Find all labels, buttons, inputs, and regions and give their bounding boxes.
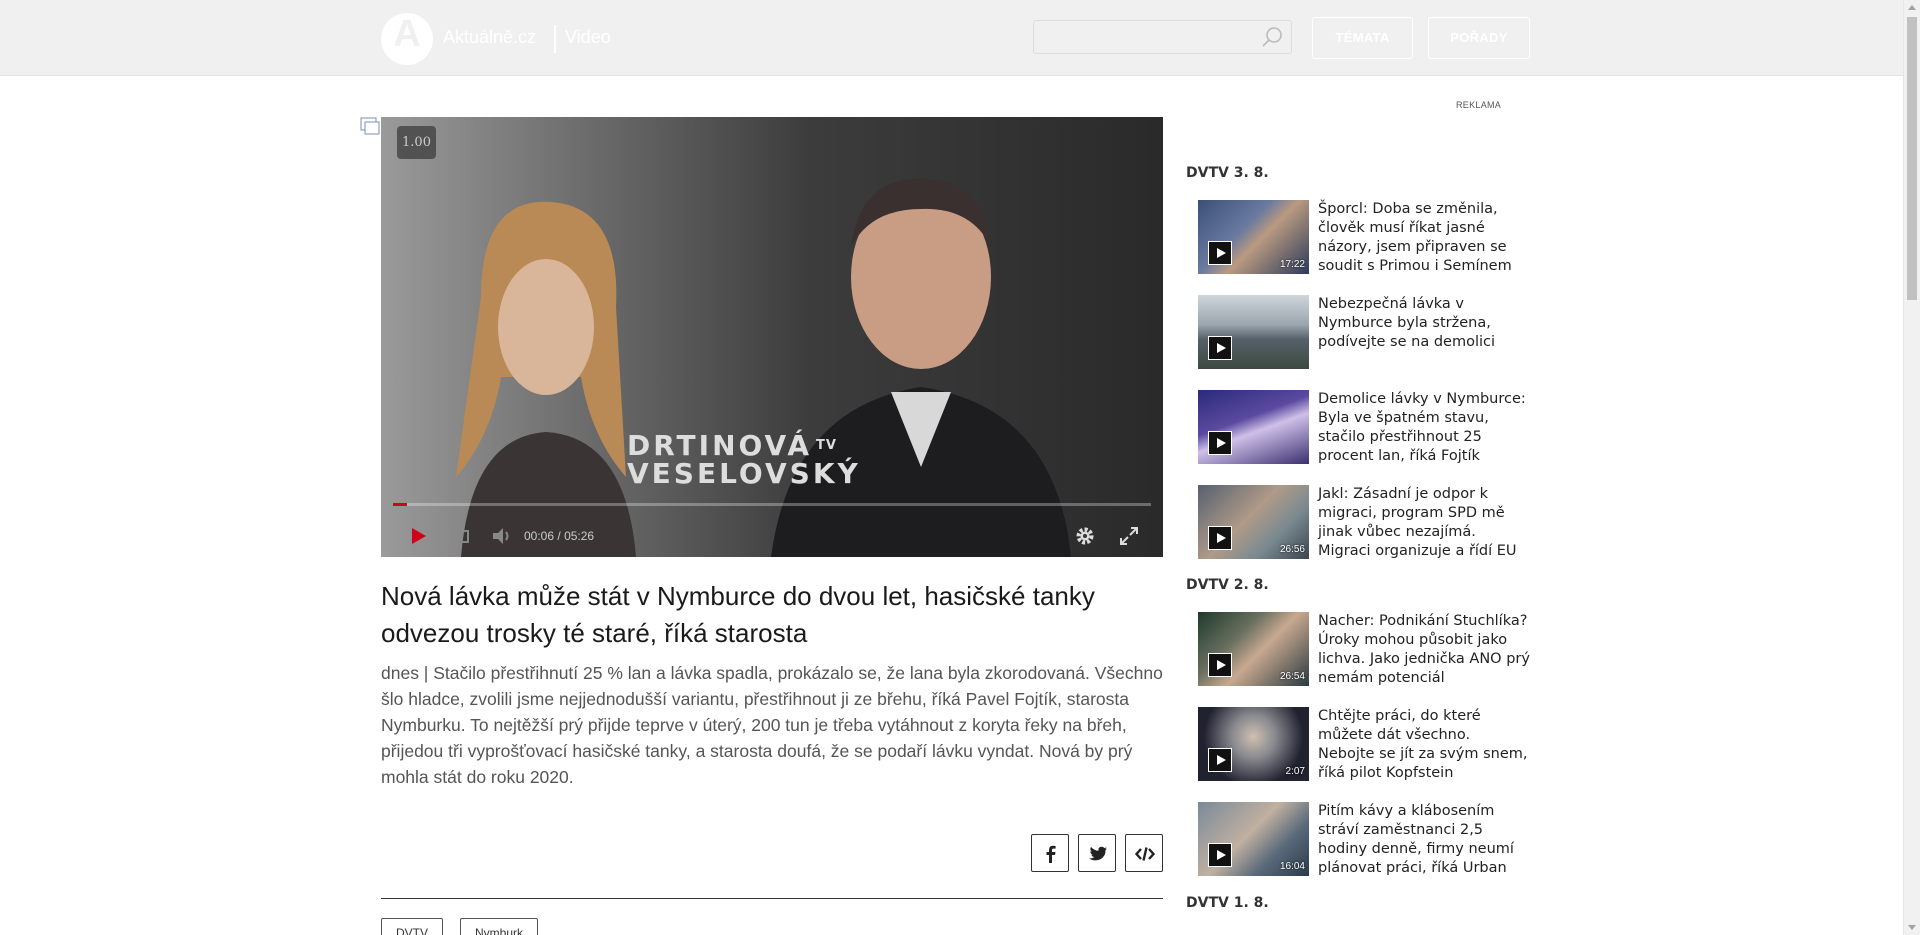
settings-gear-icon[interactable] [1074,525,1096,547]
nav-temata-button[interactable]: TÉMATA [1312,17,1413,59]
play-icon [1208,748,1232,772]
video-list-item[interactable]: 17:22 Šporcl: Doba se změnila, člověk mu… [1198,200,1538,280]
loop-icon[interactable] [449,525,471,547]
article-divider [381,898,1163,899]
video-list-item[interactable]: Nebezpečná lávka v Nymburce byla stržena… [1198,295,1538,375]
video-duration: 2:07 [1285,766,1305,777]
article-perex: dnes | Stačilo přestřihnutí 25 % lan a l… [381,663,1163,787]
video-title-link[interactable]: Demolice lávky v Nymburce: Byla ve špatn… [1318,390,1530,466]
share-embed-button[interactable] [1125,834,1163,872]
scroll-up-arrow-icon[interactable] [1908,5,1916,10]
embed-code-icon [1135,847,1155,861]
section-name[interactable]: Video [565,27,611,48]
day-heading: DVTV 1. 8. [1186,895,1269,911]
tag-link[interactable]: DVTV [381,918,444,935]
fullscreen-icon[interactable] [1118,525,1140,547]
volume-icon[interactable] [491,525,513,547]
duration: 05:26 [564,529,595,543]
popout-icon[interactable] [360,117,380,135]
video-list-item[interactable]: 2:07 Chtějte práci, do které můžete dát … [1198,707,1538,787]
video-title-link[interactable]: Nebezpečná lávka v Nymburce byla stržena… [1318,295,1530,352]
host-left-image [456,201,636,557]
show-logo-line2: VESELOVSKÝ [627,457,861,490]
video-title-link[interactable]: Chtějte práci, do které můžete dát všech… [1318,707,1530,783]
logo-divider [554,25,556,53]
day-heading: DVTV 2. 8. [1186,577,1269,593]
top-header: A Aktuálně.cz Video TÉMATA POŘADY [0,0,1903,76]
page-scrollbar[interactable] [1903,0,1920,935]
site-name[interactable]: Aktuálně.cz [443,27,536,48]
video-duration: 26:56 [1279,544,1305,555]
video-title-link[interactable]: Pitím kávy a klábosením stráví zaměstnan… [1318,802,1530,878]
time-display: 00:06 / 05:26 [524,529,594,543]
time-separator: / [557,529,561,543]
video-duration: 26:54 [1279,671,1305,682]
play-icon [1208,843,1232,867]
scroll-down-arrow-icon[interactable] [1908,925,1916,930]
video-list-item[interactable]: 16:04 Pitím kávy a klábosením stráví zam… [1198,802,1538,882]
video-list-item[interactable]: Demolice lávky v Nymburce: Byla ve špatn… [1198,390,1538,470]
video-duration: 17:22 [1279,259,1305,270]
ad-label: REKLAMA [1456,100,1502,110]
video-thumbnail[interactable]: 17:22 [1198,200,1309,274]
video-thumbnail[interactable] [1198,295,1309,369]
scrollbar-thumb[interactable] [1907,17,1917,300]
facebook-icon [1046,845,1056,863]
video-title-link[interactable]: Nacher: Podnikání Stuchlíka? Úroky mohou… [1318,612,1530,688]
video-list-item[interactable]: 26:56 Jakl: Zásadní je odpor k migraci, … [1198,485,1538,565]
nav-porady-button[interactable]: POŘADY [1428,17,1530,59]
video-title-link[interactable]: Šporcl: Doba se změnila, člověk musí řík… [1318,200,1530,276]
share-twitter-button[interactable] [1078,834,1116,872]
share-facebook-button[interactable] [1031,834,1069,872]
twitter-icon [1089,846,1107,861]
video-thumbnail[interactable]: 2:07 [1198,707,1309,781]
logo-letter: A [393,13,421,55]
site-logo[interactable]: A [381,13,433,65]
show-logo-tv: TV [816,438,837,453]
playback-speed-badge[interactable]: 1.00 [397,126,436,159]
video-thumbnail[interactable]: 16:04 [1198,802,1309,876]
video-thumbnail[interactable] [1198,390,1309,464]
play-icon [1208,241,1232,265]
video-thumbnail[interactable]: 26:54 [1198,612,1309,686]
video-title-link[interactable]: Jakl: Zásadní je odpor k migraci, progra… [1318,485,1530,561]
video-thumbnail[interactable]: 26:56 [1198,485,1309,559]
search-icon[interactable] [1261,26,1283,48]
play-icon [1208,431,1232,455]
article-headline: Nová lávka může stát v Nymburce do dvou … [381,581,1095,648]
video-list-item[interactable]: 26:54 Nacher: Podnikání Stuchlíka? Úroky… [1198,612,1538,692]
video-duration: 16:04 [1279,861,1305,872]
progress-fill [393,503,407,506]
play-icon [1208,526,1232,550]
current-time: 00:06 [524,529,555,543]
day-heading: DVTV 3. 8. [1186,165,1269,181]
search-input[interactable] [1033,20,1292,54]
show-logo: DRTINOVÁ TV VESELOVSKÝ [627,432,861,488]
play-icon[interactable] [407,525,429,547]
play-icon [1208,336,1232,360]
host-right-image [771,178,1071,557]
progress-bar[interactable] [393,503,1151,506]
video-player[interactable]: 1.00 DRTINOVÁ TV VESELOVSKÝ 00:06 / 05:26 [381,117,1163,557]
tag-link[interactable]: Nymburk [460,918,539,935]
play-icon [1208,653,1232,677]
